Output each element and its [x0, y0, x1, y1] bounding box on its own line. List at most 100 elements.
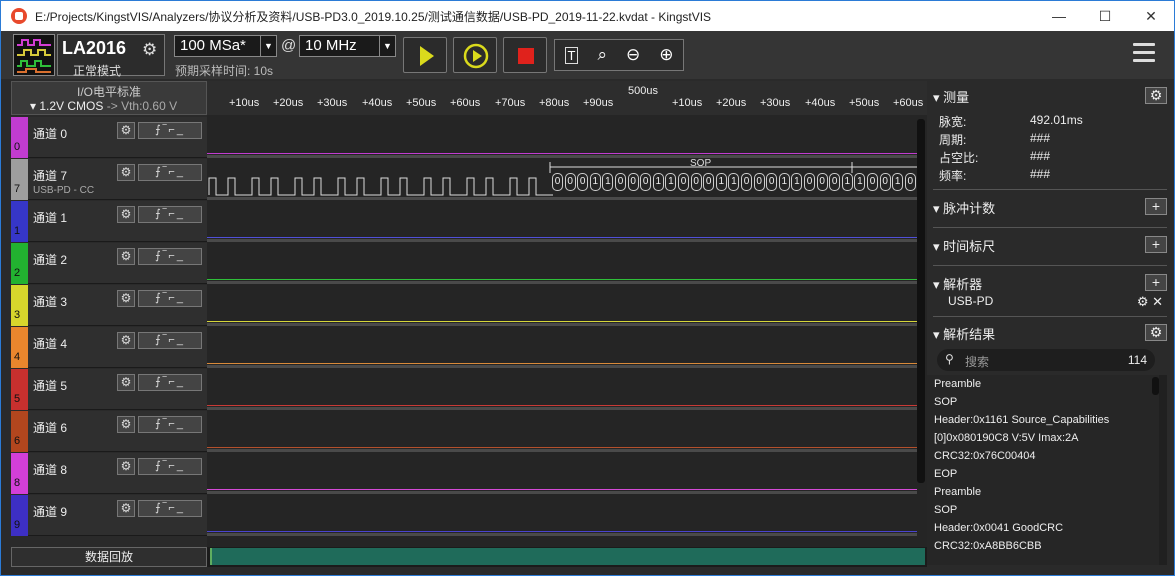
- result-item[interactable]: CRC32:0x76C00404: [927, 447, 1167, 465]
- frequency-select[interactable]: 10 MHz ▼: [299, 35, 396, 57]
- channel-settings-gear-icon[interactable]: ⚙: [117, 122, 135, 139]
- results-title[interactable]: ▾ 解析结果: [933, 324, 995, 343]
- zoom-in-icon[interactable]: ⊕: [659, 45, 673, 65]
- text-tool-icon[interactable]: T: [564, 46, 579, 64]
- ruler-tick-label: +10us: [229, 97, 260, 109]
- trigger-select-icon[interactable]: ⨍‾⌐_: [138, 332, 202, 349]
- channel-settings-gear-icon[interactable]: ⚙: [117, 374, 135, 391]
- io-standard-select[interactable]: ▾ 1.2V CMOS: [30, 99, 103, 113]
- results-search-input[interactable]: ⚲ 搜索 114: [937, 349, 1155, 371]
- result-item[interactable]: CRC32:0xA8BB6CBB: [927, 537, 1167, 555]
- start-button[interactable]: [403, 37, 447, 73]
- trigger-select-icon[interactable]: ⨍‾⌐_: [138, 290, 202, 307]
- channel-row[interactable]: 1 通道 1 ⚙ ⨍‾⌐_: [11, 201, 207, 242]
- channel-settings-gear-icon[interactable]: ⚙: [117, 248, 135, 265]
- result-item[interactable]: Header:0x0041 GoodCRC: [927, 519, 1167, 537]
- maximize-button[interactable]: ☐: [1082, 1, 1128, 31]
- result-item[interactable]: Preamble: [927, 375, 1167, 393]
- measure-label: 脉宽:: [939, 115, 967, 129]
- channel-settings-gear-icon[interactable]: ⚙: [117, 458, 135, 475]
- channel-row[interactable]: 4 通道 4 ⚙ ⨍‾⌐_: [11, 327, 207, 368]
- channel-number: 1: [14, 225, 21, 237]
- channel-name[interactable]: 通道 1: [33, 209, 67, 226]
- overview-bar[interactable]: [207, 547, 927, 567]
- analyzer-title[interactable]: ▾ 解析器: [933, 274, 982, 293]
- channel-settings-gear-icon[interactable]: ⚙: [117, 290, 135, 307]
- remove-analyzer-close-icon[interactable]: ✕: [1152, 294, 1163, 309]
- analyzer-settings-gear-icon[interactable]: ⚙: [1137, 294, 1149, 309]
- trigger-select-icon[interactable]: ⨍‾⌐_: [138, 416, 202, 433]
- device-panel[interactable]: LA2016 正常模式 ⚙: [57, 34, 165, 78]
- channel-name[interactable]: 通道 8: [33, 461, 67, 478]
- channel-name[interactable]: 通道 5: [33, 377, 67, 394]
- results-list[interactable]: Preamble SOP Header:0x1161 Source_Capabili…: [927, 375, 1167, 565]
- result-item[interactable]: [0]0x080190C8 V:5V Imax:2A: [927, 429, 1167, 447]
- channel-row[interactable]: 8 通道 8 ⚙ ⨍‾⌐_: [11, 453, 207, 494]
- stop-button[interactable]: [503, 37, 547, 73]
- result-item[interactable]: SOP: [927, 393, 1167, 411]
- channel-settings-gear-icon[interactable]: ⚙: [117, 416, 135, 433]
- close-button[interactable]: ✕: [1128, 1, 1174, 31]
- decoded-bit: 1: [728, 173, 740, 191]
- minimize-button[interactable]: —: [1036, 1, 1082, 31]
- channel-color-tag: 5: [11, 369, 28, 410]
- trigger-select-icon[interactable]: ⨍‾⌐_: [138, 122, 202, 139]
- channel-name[interactable]: 通道 9: [33, 503, 67, 520]
- waveform-row: [207, 327, 917, 368]
- ruler-center-label: 500us: [628, 85, 658, 97]
- trigger-select-icon[interactable]: ⨍‾⌐_: [138, 374, 202, 391]
- channel-row[interactable]: 7 通道 7 USB-PD - CC ⚙ ⨍‾⌐_: [11, 159, 207, 200]
- sample-rate-select[interactable]: 100 MSa* ▼: [174, 35, 277, 57]
- results-scrollbar[interactable]: [1152, 377, 1159, 395]
- device-settings-gear-icon[interactable]: ⚙: [142, 40, 157, 60]
- channel-row[interactable]: 6 通道 6 ⚙ ⨍‾⌐_: [11, 411, 207, 452]
- channel-settings-gear-icon[interactable]: ⚙: [117, 164, 135, 181]
- data-replay-button[interactable]: 数据回放: [11, 547, 207, 567]
- result-item[interactable]: SOP: [927, 501, 1167, 519]
- add-pulse-count-button[interactable]: +: [1145, 198, 1167, 215]
- time-ruler-title[interactable]: ▾ 时间标尺: [933, 236, 995, 255]
- trigger-select-icon[interactable]: ⨍‾⌐_: [138, 248, 202, 265]
- channel-settings-gear-icon[interactable]: ⚙: [117, 206, 135, 223]
- result-item[interactable]: Header:0x1161 Source_Capabilities: [927, 411, 1167, 429]
- channel-name[interactable]: 通道 2: [33, 251, 67, 268]
- menu-hamburger-icon[interactable]: [1133, 43, 1155, 67]
- trigger-select-icon[interactable]: ⨍‾⌐_: [138, 206, 202, 223]
- add-analyzer-button[interactable]: +: [1145, 274, 1167, 291]
- io-standard-panel[interactable]: I/O电平标准 ▾ 1.2V CMOS -> Vth:0.60 V: [11, 81, 207, 115]
- decoded-bit: 1: [652, 173, 664, 191]
- channel-name[interactable]: 通道 0: [33, 125, 67, 142]
- result-item[interactable]: Preamble: [927, 483, 1167, 501]
- channel-name[interactable]: 通道 3: [33, 293, 67, 310]
- result-item[interactable]: EOP: [927, 465, 1167, 483]
- channel-row[interactable]: 5 通道 5 ⚙ ⨍‾⌐_: [11, 369, 207, 410]
- zoom-fit-icon[interactable]: ⌕: [597, 45, 607, 65]
- decoded-bit: 0: [829, 173, 841, 191]
- trigger-select-icon[interactable]: ⨍‾⌐_: [138, 500, 202, 517]
- trigger-select-icon[interactable]: ⨍‾⌐_: [138, 458, 202, 475]
- channel-row[interactable]: 2 通道 2 ⚙ ⨍‾⌐_: [11, 243, 207, 284]
- channel-name[interactable]: 通道 6: [33, 419, 67, 436]
- device-mode: 正常模式: [72, 64, 121, 78]
- pulse-count-title[interactable]: ▾ 脉冲计数: [933, 198, 995, 217]
- signal-line: [207, 363, 917, 364]
- channel-row[interactable]: 9 通道 9 ⚙ ⨍‾⌐_: [11, 495, 207, 536]
- channel-row[interactable]: 3 通道 3 ⚙ ⨍‾⌐_: [11, 285, 207, 326]
- measure-title[interactable]: ▾ 测量: [933, 87, 969, 106]
- measure-settings-gear-icon[interactable]: ⚙: [1145, 87, 1167, 104]
- trigger-select-icon[interactable]: ⨍‾⌐_: [138, 164, 202, 181]
- channel-settings-gear-icon[interactable]: ⚙: [117, 332, 135, 349]
- waveform-scrollbar[interactable]: [917, 119, 925, 483]
- channel-name[interactable]: 通道 4: [33, 335, 67, 352]
- signal-line: [207, 153, 917, 154]
- waveform-area[interactable]: 500us +10us +20us +30us +40us +50us +60us +70u…: [207, 81, 927, 567]
- channel-settings-gear-icon[interactable]: ⚙: [117, 500, 135, 517]
- channel-name[interactable]: 通道 7: [33, 167, 67, 184]
- add-time-ruler-button[interactable]: +: [1145, 236, 1167, 253]
- channel-row[interactable]: 0 通道 0 ⚙ ⨍‾⌐_: [11, 117, 207, 158]
- channel-number: 0: [14, 141, 21, 153]
- loop-start-button[interactable]: [453, 37, 497, 73]
- zoom-out-icon[interactable]: ⊖: [626, 45, 640, 65]
- measure-value: ###: [1030, 167, 1051, 181]
- results-settings-gear-icon[interactable]: ⚙: [1145, 324, 1167, 341]
